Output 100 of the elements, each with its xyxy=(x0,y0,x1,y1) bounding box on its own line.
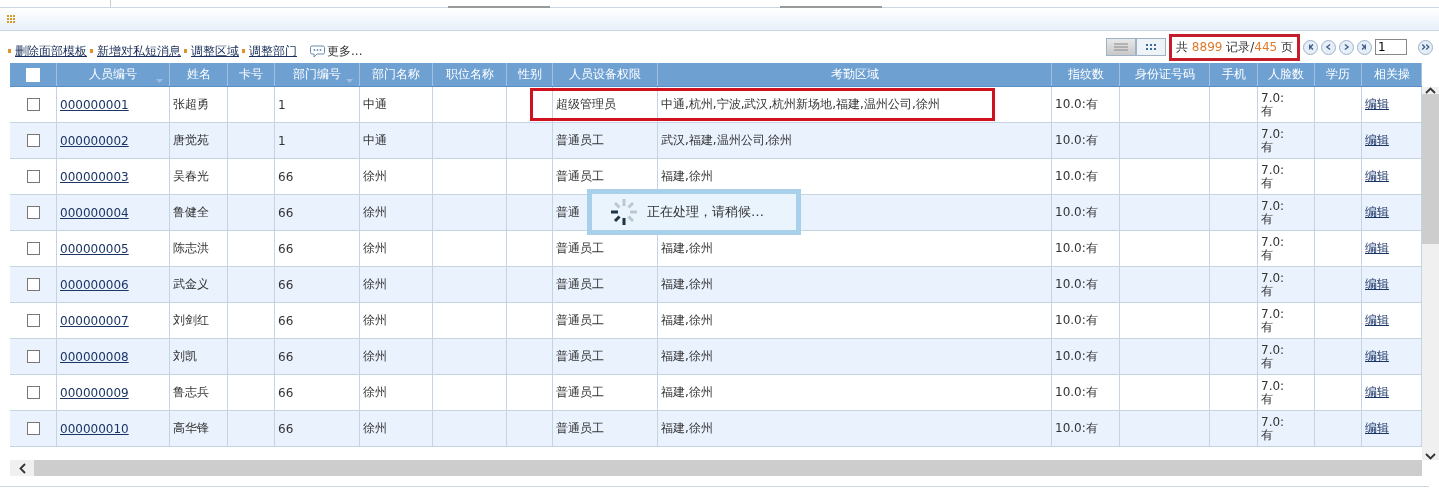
checkbox[interactable] xyxy=(26,98,40,111)
table-cell: 普通员工 xyxy=(556,240,604,257)
edit-link[interactable]: 编辑 xyxy=(1365,96,1389,113)
checkbox[interactable] xyxy=(26,242,40,255)
edit-link[interactable]: 编辑 xyxy=(1365,384,1389,401)
action-link[interactable]: 删除面部模板 xyxy=(15,42,87,60)
table-cell: 普通 xyxy=(556,204,580,221)
employee-id-link[interactable]: 000000008 xyxy=(60,349,129,364)
table-cell: 普通员工 xyxy=(556,276,604,293)
employee-id-link[interactable]: 000000006 xyxy=(60,277,129,292)
checkbox[interactable] xyxy=(26,134,40,147)
checkbox[interactable] xyxy=(26,170,40,183)
table-cell: 徐州 xyxy=(363,384,387,401)
table-cell: 中通 xyxy=(363,132,387,149)
table-cell: 66 xyxy=(278,349,294,364)
table-cell: 10.0:有 xyxy=(1055,312,1098,329)
edit-link[interactable]: 编辑 xyxy=(1365,348,1389,365)
table-cell: 普通员工 xyxy=(556,132,604,149)
table-cell-text: 7.0:有 xyxy=(1261,379,1286,406)
edit-link[interactable]: 编辑 xyxy=(1365,132,1389,149)
table-cell: 徐州 xyxy=(363,240,387,257)
table-cell: 10.0:有 xyxy=(1055,168,1098,185)
scroll-left-icon[interactable] xyxy=(18,462,26,474)
table-cell-text: 7.0:有 xyxy=(1261,343,1286,370)
scrollbar-thumb[interactable] xyxy=(1422,94,1439,244)
table-cell: 10.0:有 xyxy=(1055,96,1098,113)
table-cell: 66 xyxy=(278,205,294,220)
table-cell: 超级管理员 xyxy=(556,96,616,113)
bullet-icon xyxy=(8,49,11,53)
checkbox[interactable] xyxy=(26,278,40,291)
table-cell-text: 7.0:有 xyxy=(1261,91,1286,118)
table-cell: 普通员工 xyxy=(556,168,604,185)
table-cell: 普通员工 xyxy=(556,420,604,437)
employee-id-link[interactable]: 000000009 xyxy=(60,385,129,400)
table-cell: 1 xyxy=(278,133,286,148)
employee-id-link[interactable]: 000000005 xyxy=(60,241,129,256)
employee-id-link[interactable]: 000000001 xyxy=(60,97,129,112)
action-link[interactable]: 调整部门 xyxy=(249,42,297,60)
scroll-up-icon[interactable] xyxy=(1425,87,1436,94)
table-cell: 10.0:有 xyxy=(1055,420,1098,437)
table-cell: 福建,徐州 xyxy=(661,240,713,257)
table-cell: 福建,徐州 xyxy=(661,276,713,293)
employee-id-link[interactable]: 000000010 xyxy=(60,421,129,436)
checkbox[interactable] xyxy=(26,314,40,327)
table-cell: 普通员工 xyxy=(556,348,604,365)
horizontal-scrollbar[interactable] xyxy=(10,460,1422,476)
checkbox[interactable] xyxy=(26,206,40,219)
grid-view-button[interactable] xyxy=(1136,38,1167,56)
table-cell: 福建,徐州 xyxy=(661,312,713,329)
list-icon xyxy=(1114,43,1129,51)
edit-link[interactable]: 编辑 xyxy=(1365,276,1389,293)
table-cell: 唐觉苑 xyxy=(173,132,209,149)
more-link[interactable]: 更多... xyxy=(327,42,363,60)
action-link[interactable]: 调整区域 xyxy=(191,42,239,60)
edit-link[interactable]: 编辑 xyxy=(1365,168,1389,185)
first-page-button[interactable] xyxy=(1303,39,1318,55)
checkbox[interactable] xyxy=(26,386,40,399)
table-cell: 66 xyxy=(278,241,294,256)
page-input[interactable]: 1 xyxy=(1375,39,1407,55)
table-cell: 徐州 xyxy=(363,312,387,329)
checkbox[interactable] xyxy=(26,350,40,363)
record-count: 共 8899 记录/445 页 xyxy=(1169,33,1300,61)
table-cell: 徐州 xyxy=(363,204,387,221)
employee-id-link[interactable]: 000000002 xyxy=(60,133,129,148)
table-cell: 普通员工 xyxy=(556,384,604,401)
edit-link[interactable]: 编辑 xyxy=(1365,312,1389,329)
employee-id-link[interactable]: 000000003 xyxy=(60,169,129,184)
previous-page-button[interactable] xyxy=(1321,39,1336,55)
employee-id-link[interactable]: 000000007 xyxy=(60,313,129,328)
table-cell: 10.0:有 xyxy=(1055,348,1098,365)
table-cell: 66 xyxy=(278,277,294,292)
loading-message: 正在处理，请稍候… xyxy=(647,203,764,221)
employee-id-link[interactable]: 000000004 xyxy=(60,205,129,220)
table-cell: 66 xyxy=(278,385,294,400)
action-link[interactable]: 新增对私短消息 xyxy=(97,42,181,60)
go-button[interactable] xyxy=(1418,39,1433,55)
comment-icon xyxy=(310,44,325,58)
table-cell: 武汉,福建,温州公司,徐州 xyxy=(661,132,793,149)
go-icon xyxy=(1419,42,1432,52)
edit-link[interactable]: 编辑 xyxy=(1365,240,1389,257)
table-cell: 66 xyxy=(278,169,294,184)
bullet-icon xyxy=(184,49,187,53)
checkbox[interactable] xyxy=(26,422,40,435)
edit-link[interactable]: 编辑 xyxy=(1365,420,1389,437)
table-cell: 66 xyxy=(278,313,294,328)
table-cell: 徐州 xyxy=(363,348,387,365)
next-page-button[interactable] xyxy=(1339,39,1354,55)
table-cell-text: 7.0:有 xyxy=(1261,127,1286,154)
table-cell: 66 xyxy=(278,421,294,436)
table-cell: 福建,徐州 xyxy=(661,348,713,365)
table-cell: 鲁志兵 xyxy=(173,384,209,401)
edit-link[interactable]: 编辑 xyxy=(1365,204,1389,221)
table-cell: 刘剑红 xyxy=(173,312,209,329)
last-page-button[interactable] xyxy=(1357,39,1372,55)
table-cell: 高华锋 xyxy=(173,420,209,437)
scroll-down-icon[interactable] xyxy=(1425,453,1436,460)
grip-icon[interactable] xyxy=(7,15,15,23)
grid-icon xyxy=(1146,43,1157,51)
table-cell: 普通员工 xyxy=(556,312,604,329)
table-cell: 鲁健全 xyxy=(173,204,209,221)
